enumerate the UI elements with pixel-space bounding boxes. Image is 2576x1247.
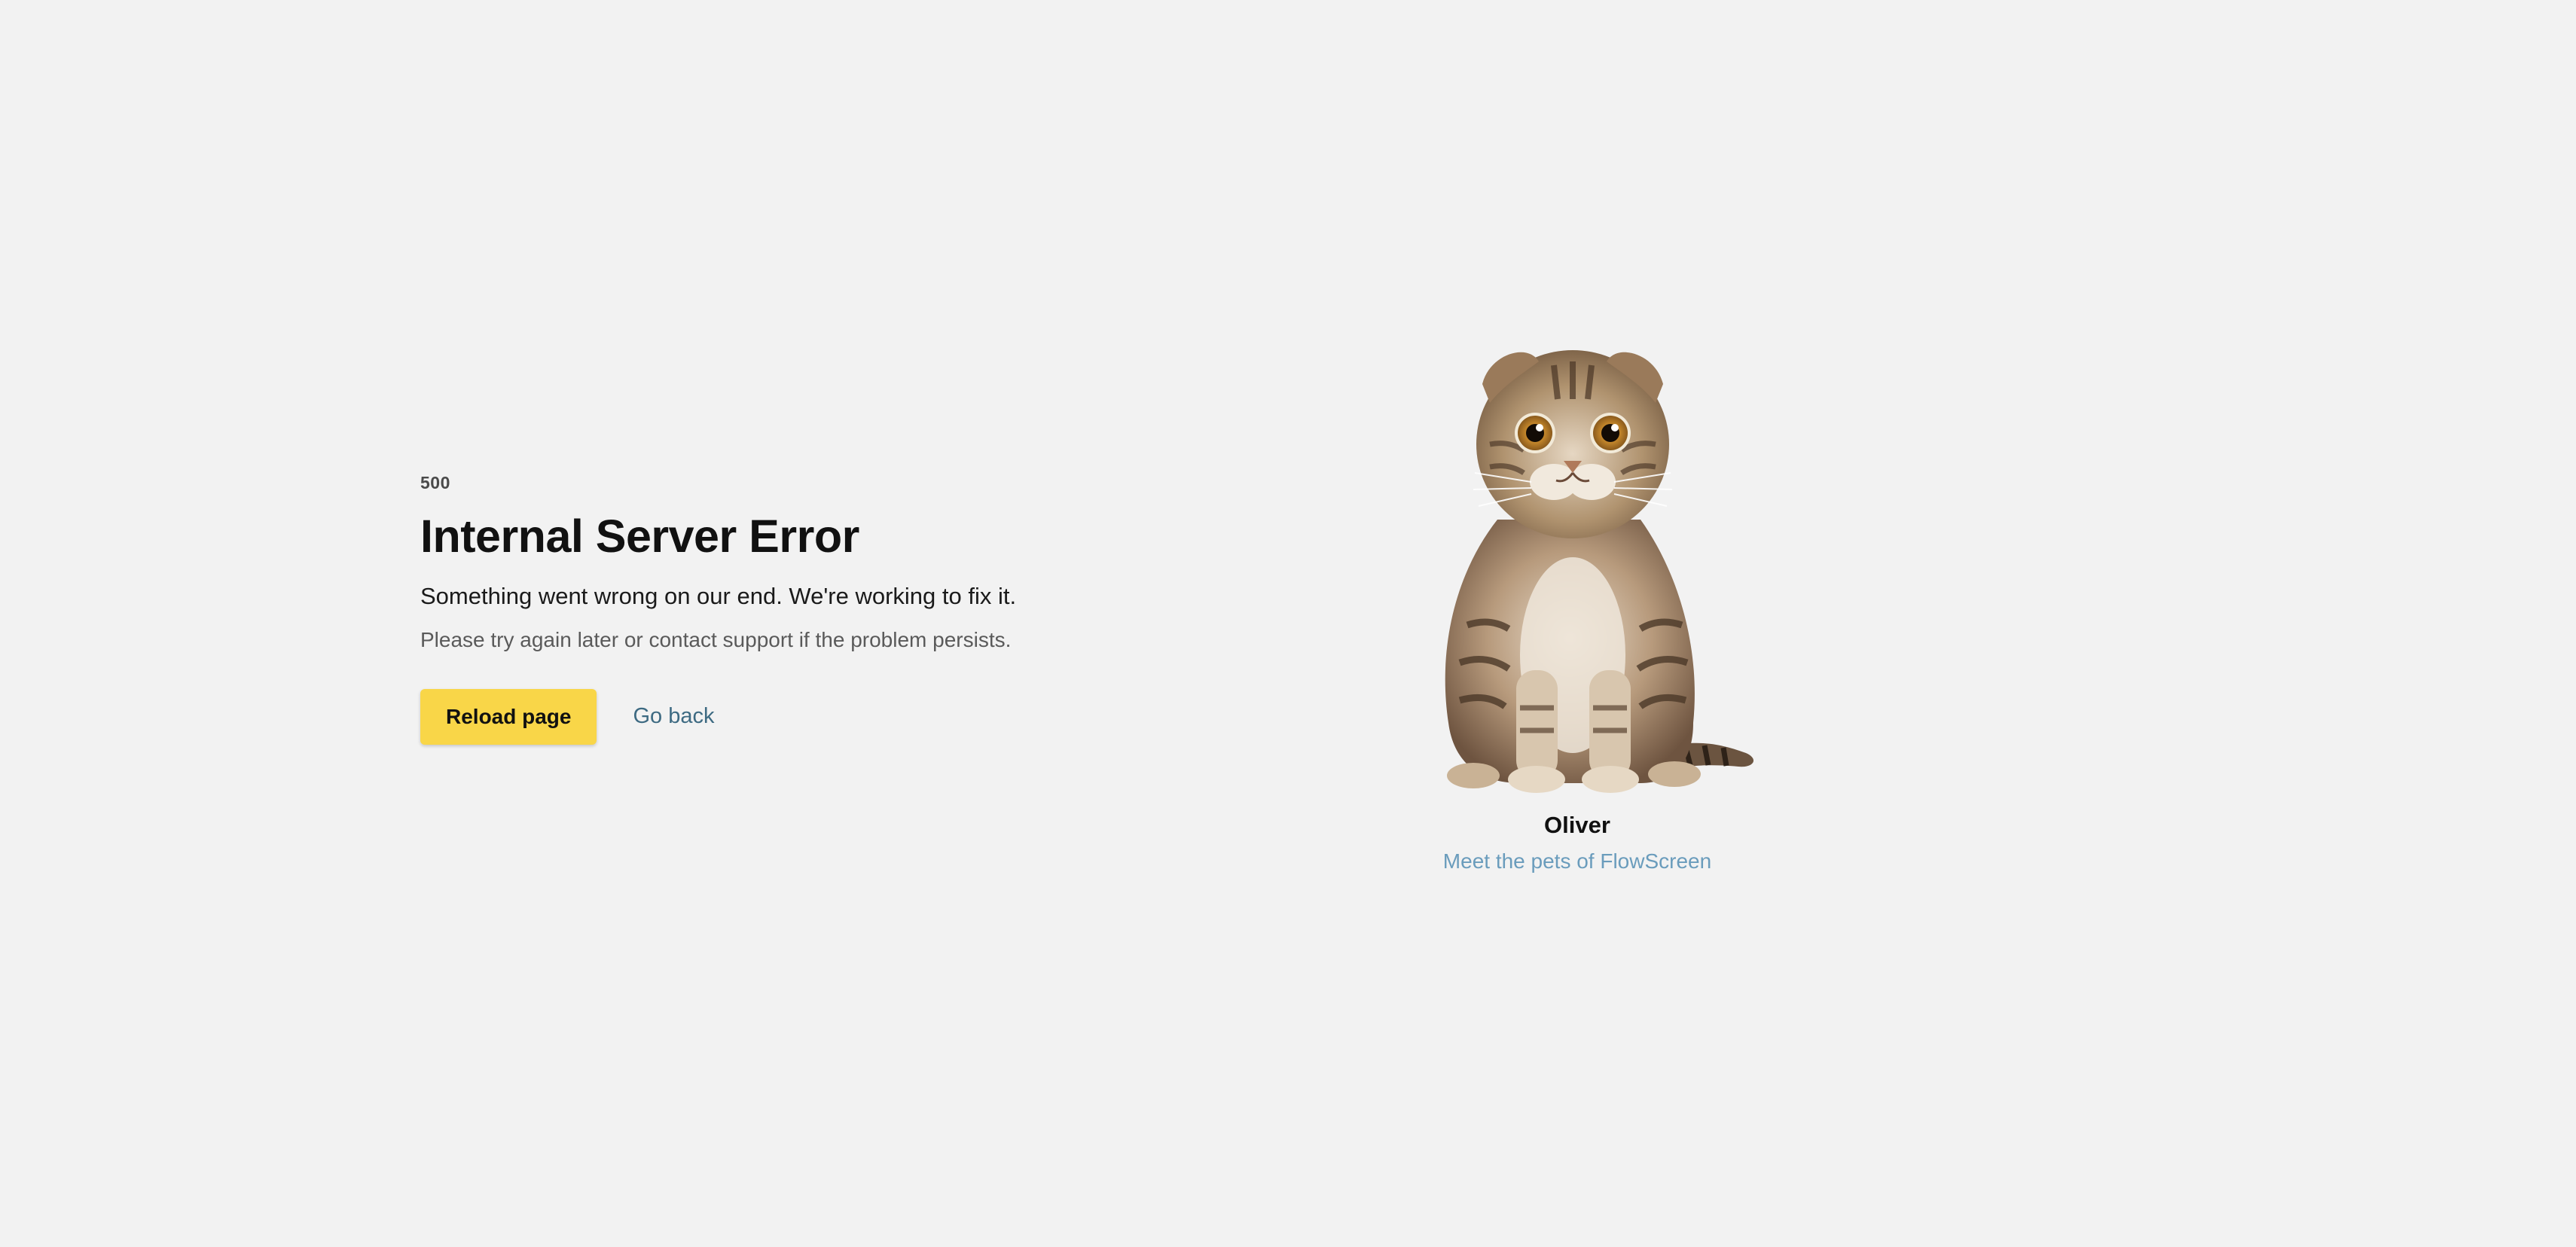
page-title: Internal Server Error	[420, 511, 859, 562]
cat-illustration-icon	[1445, 350, 1754, 793]
pet-card: Oliver Meet the pets of FlowScreen	[1384, 331, 1770, 874]
error-message: Something went wrong on our end. We're w…	[420, 583, 1017, 610]
meet-pets-link[interactable]: Meet the pets of FlowScreen	[1443, 849, 1711, 873]
action-row: Reload page Go back	[420, 688, 1098, 745]
error-hint: Please try again later or contact suppor…	[420, 628, 1012, 652]
go-back-link[interactable]: Go back	[633, 704, 714, 729]
pet-name: Oliver	[1544, 812, 1610, 838]
error-page: 500 Internal Server Error Something went…	[0, 0, 2576, 1247]
error-content: 500 Internal Server Error Something went…	[420, 473, 1098, 745]
reload-page-button[interactable]: Reload page	[420, 688, 597, 745]
error-code: 500	[420, 473, 450, 492]
